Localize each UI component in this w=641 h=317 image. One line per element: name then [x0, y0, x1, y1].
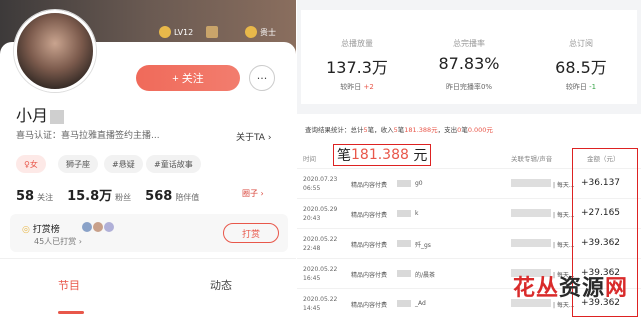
tag-gender: ♀女	[16, 155, 46, 173]
chat-button[interactable]: ···	[249, 65, 275, 91]
avatar[interactable]	[14, 10, 96, 92]
dashboard-panel: 总播放量 137.3万 较昨日 +2 总完播率 87.83% 昨日完播率0% 总…	[297, 0, 641, 317]
profile-panel: LV12 贵士 + 关注 ··· 小月 喜马认证：喜马拉雅直播签约主播... 关…	[0, 0, 296, 317]
about-link[interactable]: 关于TA ›	[236, 130, 271, 143]
tag-zodiac[interactable]: 狮子座	[58, 155, 98, 173]
circle-link[interactable]: 圈子 ›	[242, 188, 264, 199]
stat-followers[interactable]: 15.8万 粉丝	[67, 185, 131, 204]
reward-avatars	[82, 222, 114, 232]
reward-ranking[interactable]: ◎ 打赏榜 45人已打赏 › 打赏	[10, 214, 288, 252]
tag-suspense[interactable]: #悬疑	[104, 155, 143, 173]
level-badge: LV12	[159, 26, 193, 38]
tag-fairytale[interactable]: #童话故事	[146, 155, 201, 173]
follow-button[interactable]: + 关注	[136, 65, 240, 91]
chat-bubble-icon: ···	[256, 71, 268, 85]
query-summary: 查询结果统计：总计5笔，收入5笔181.388元，支出0笔0.000元	[305, 126, 493, 134]
income-highlight-box: 笔 181.388 元	[333, 144, 431, 166]
tip-button[interactable]: 打赏	[223, 223, 279, 243]
profile-stats: 58 关注 15.8万 粉丝 568 陪伴值	[16, 185, 213, 204]
profile-card: + 关注 ··· 小月 喜马认证：喜马拉雅直播签约主播... 关于TA › ♀女…	[0, 10, 296, 317]
vip-icon	[245, 26, 257, 38]
trophy-icon: ◎	[22, 225, 30, 235]
vip-badge: 贵士	[245, 26, 276, 38]
level-icon	[159, 26, 171, 38]
stat-companion[interactable]: 568 陪伴值	[145, 189, 199, 204]
watermark-text: 花丛资源网	[513, 276, 629, 301]
tab-divider	[0, 258, 296, 259]
active-tab-indicator	[58, 311, 84, 314]
medal-badge	[206, 26, 218, 38]
reward-count: 45人已打赏 ›	[34, 237, 82, 246]
tab-programs[interactable]: 节目	[58, 277, 80, 293]
col-album: 关联专辑/声音	[511, 155, 553, 163]
user-name: 小月	[16, 102, 65, 126]
medal-icon	[206, 26, 218, 38]
reward-title: ◎ 打赏榜	[22, 225, 60, 235]
name-redaction	[50, 109, 65, 124]
stat-following[interactable]: 58 关注	[16, 189, 53, 204]
col-time: 时间	[303, 155, 316, 163]
verification-text: 喜马认证：喜马拉雅直播签约主播...	[16, 131, 160, 141]
summary-card: 总播放量 137.3万 较昨日 +2 总完播率 87.83% 昨日完播率0% 总…	[301, 10, 637, 104]
tab-feed[interactable]: 动态	[210, 277, 232, 293]
